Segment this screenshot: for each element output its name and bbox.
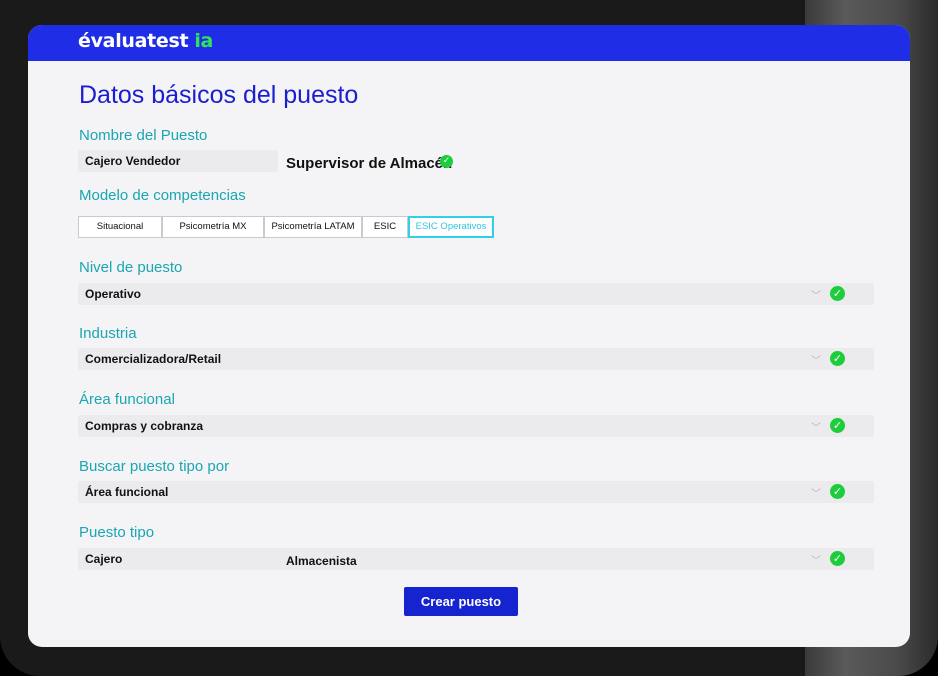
app-screen: évaluatest ia Datos básicos del puesto No… — [28, 25, 910, 647]
nivel-puesto-value: Operativo — [85, 287, 142, 301]
app-logo[interactable]: évaluatest ia — [78, 30, 213, 52]
check-circle-icon: ✓ — [830, 418, 845, 433]
area-funcional-value: Compras y cobranza — [85, 419, 204, 433]
industria-value: Comercializadora/Retail — [85, 352, 222, 366]
tab-psicometria-mx[interactable]: Psicometría MX — [162, 216, 264, 238]
check-circle-icon: ✓ — [830, 351, 845, 366]
chevron-down-icon: ﹀ — [811, 423, 821, 434]
label-nombre-puesto: Nombre del Puesto — [79, 127, 208, 144]
check-circle-icon: ✓ — [830, 484, 845, 499]
nombre-puesto-suggestion: Supervisor de Almacén — [286, 155, 453, 172]
check-circle-icon: ✓ — [830, 551, 845, 566]
top-bar: évaluatest ia — [28, 25, 910, 61]
puesto-tipo-select[interactable]: Cajero Almacenista ﹀ ✓ — [78, 548, 874, 570]
chevron-down-icon: ﹀ — [811, 291, 821, 302]
label-area-funcional: Área funcional — [79, 391, 175, 408]
area-funcional-select[interactable]: Compras y cobranza ﹀ ✓ — [78, 415, 874, 437]
check-circle-icon: ✓ — [440, 155, 453, 168]
label-buscar-puesto: Buscar puesto tipo por — [79, 458, 230, 475]
tab-esic-operativos[interactable]: ESIC Operativos — [408, 216, 494, 238]
label-nivel-puesto: Nivel de puesto — [79, 259, 183, 276]
tab-esic[interactable]: ESIC — [362, 216, 408, 238]
puesto-tipo-value: Cajero — [85, 552, 123, 566]
tablet-frame: évaluatest ia Datos básicos del puesto No… — [0, 0, 938, 676]
buscar-puesto-value: Área funcional — [85, 485, 169, 499]
logo-suffix: ia — [194, 30, 214, 52]
chevron-down-icon: ﹀ — [811, 556, 821, 567]
chevron-down-icon: ﹀ — [811, 356, 821, 367]
logo-text: évaluatest — [78, 30, 189, 52]
check-circle-icon: ✓ — [830, 286, 845, 301]
puesto-tipo-suggestion: Almacenista — [286, 554, 357, 568]
nivel-puesto-select[interactable]: Operativo ﹀ ✓ — [78, 283, 874, 305]
tab-psicometria-latam[interactable]: Psicometría LATAM — [264, 216, 362, 238]
page-title: Datos básicos del puesto — [79, 81, 359, 109]
tab-situacional[interactable]: Situacional — [78, 216, 162, 238]
buscar-puesto-select[interactable]: Área funcional ﹀ ✓ — [78, 481, 874, 503]
crear-puesto-button[interactable]: Crear puesto — [404, 587, 518, 616]
label-modelo-competencias: Modelo de competencias — [79, 187, 246, 204]
label-industria: Industria — [79, 325, 137, 342]
chevron-down-icon: ﹀ — [811, 489, 821, 500]
nombre-puesto-value: Cajero Vendedor — [85, 154, 181, 168]
industria-select[interactable]: Comercializadora/Retail ﹀ ✓ — [78, 348, 874, 370]
nombre-puesto-input[interactable]: Cajero Vendedor — [78, 150, 278, 172]
label-puesto-tipo: Puesto tipo — [79, 524, 155, 541]
